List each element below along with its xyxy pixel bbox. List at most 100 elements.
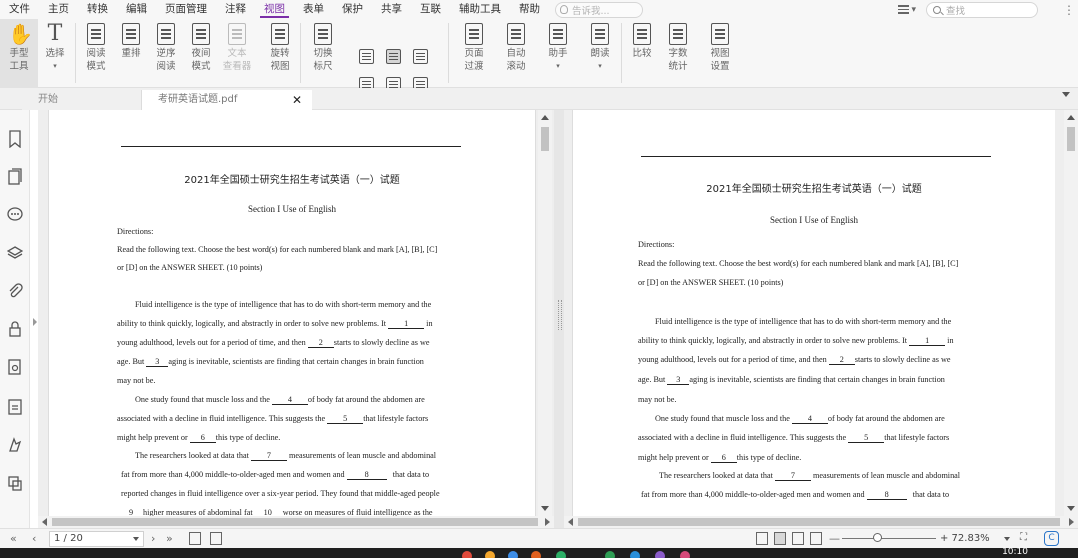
toggle-ruler-button[interactable]: 切换 标尺 [306, 19, 340, 88]
reflow-button[interactable]: 重排 [116, 19, 146, 88]
app-icon[interactable] [508, 551, 518, 558]
comments-icon[interactable] [7, 206, 23, 224]
menu-form[interactable]: 表单 [294, 0, 333, 19]
signature-panel-icon[interactable] [7, 358, 23, 376]
scroll-thumb[interactable] [1067, 127, 1075, 151]
first-page-icon[interactable]: « [10, 531, 17, 547]
tab-start[interactable]: 开始 [22, 90, 142, 110]
facing-view-icon[interactable] [792, 532, 804, 545]
scroll-left-icon[interactable] [42, 518, 47, 526]
zoom-level-select[interactable]: + 72.83% [940, 531, 1014, 547]
search-input[interactable]: 查找 [926, 1, 1038, 18]
previous-page-icon[interactable]: ‹ [32, 531, 36, 547]
scroll-down-icon[interactable] [1067, 506, 1075, 511]
menu-connect[interactable]: 互联 [411, 0, 450, 19]
articles-icon[interactable] [7, 474, 23, 492]
compare-button[interactable]: 比较 [626, 19, 658, 88]
menu-convert[interactable]: 转换 [78, 0, 117, 19]
page-number-input[interactable]: 1 / 20 [49, 531, 144, 547]
view-settings-button[interactable]: 视图 设置 [702, 19, 738, 88]
attachment-icon[interactable] [7, 282, 23, 300]
scroll-right-icon[interactable] [1069, 518, 1074, 526]
left-horizontal-scrollbar[interactable] [38, 516, 554, 528]
scroll-thumb[interactable] [52, 518, 538, 526]
read-aloud-button[interactable]: 朗读 ▾ [584, 19, 616, 88]
app-icon[interactable] [462, 551, 472, 558]
next-view-icon[interactable] [210, 532, 222, 545]
single-page-view-icon[interactable] [756, 532, 768, 545]
auto-scroll-button[interactable]: 自动 滚动 [500, 19, 532, 88]
security-lock-icon[interactable] [7, 320, 23, 338]
zoom-dropdown-icon[interactable] [1004, 537, 1010, 541]
app-icon[interactable] [556, 551, 566, 558]
left-vertical-scrollbar[interactable] [538, 110, 552, 516]
menu-share[interactable]: 共享 [372, 0, 411, 19]
pages-icon[interactable] [7, 168, 23, 186]
page-transition-button[interactable]: 页面 过渡 [458, 19, 490, 88]
continuous-view-icon[interactable] [774, 532, 786, 545]
document-view-left[interactable]: 2021年全国硕士研究生招生考试英语（一）试题 Section I Use of… [38, 110, 554, 528]
continuous-facing-view-icon[interactable] [810, 532, 822, 545]
zoom-slider[interactable] [842, 538, 936, 539]
continuous-page-icon[interactable] [386, 49, 401, 64]
app-icon[interactable] [630, 551, 640, 558]
scroll-up-icon[interactable] [1067, 115, 1075, 120]
assistant-badge-icon[interactable]: C [1044, 531, 1059, 546]
app-icon[interactable] [655, 551, 665, 558]
select-button[interactable]: T 选择 ▾ [38, 19, 72, 88]
word-count-button[interactable]: 字数 统计 [662, 19, 694, 88]
scroll-right-icon[interactable] [545, 518, 550, 526]
close-icon[interactable]: ✕ [292, 90, 302, 110]
ribbon-mode-button[interactable]: ▾ [898, 5, 916, 15]
page-dropdown-icon[interactable] [133, 537, 139, 541]
content-panel-icon[interactable] [7, 398, 23, 416]
menu-home[interactable]: 主页 [39, 0, 78, 19]
scroll-thumb[interactable] [541, 127, 549, 151]
fullscreen-icon[interactable]: ⛶ [1020, 532, 1027, 543]
right-horizontal-scrollbar[interactable] [564, 516, 1078, 528]
menu-edit[interactable]: 编辑 [117, 0, 156, 19]
menu-page-manage[interactable]: 页面管理 [156, 0, 216, 19]
next-page-icon[interactable]: › [151, 531, 155, 547]
document-view-right[interactable]: 2021年全国硕士研究生招生考试英语（一）试题 Section I Use of… [564, 110, 1078, 528]
layers-icon[interactable] [6, 244, 24, 262]
right-vertical-scrollbar[interactable] [1064, 110, 1078, 516]
directions-line: or [D] on the ANSWER SHEET. (10 points) [638, 278, 784, 287]
reading-mode-button[interactable]: 阅读 模式 [80, 19, 112, 88]
assistant-button[interactable]: 助手 ▾ [542, 19, 574, 88]
menu-file[interactable]: 文件 [0, 0, 39, 19]
split-view-divider[interactable] [554, 110, 564, 528]
more-options-icon[interactable]: ⋮ [1060, 3, 1078, 17]
scroll-up-icon[interactable] [541, 115, 549, 120]
menu-accessibility[interactable]: 辅助工具 [450, 0, 510, 19]
single-page-icon[interactable] [359, 49, 374, 64]
tab-list-dropdown-icon[interactable] [1062, 92, 1070, 97]
app-icon[interactable] [485, 551, 495, 558]
destinations-icon[interactable] [7, 436, 23, 454]
bookmark-icon[interactable] [7, 130, 23, 149]
menu-help[interactable]: 帮助 [510, 0, 549, 19]
scroll-down-icon[interactable] [541, 506, 549, 511]
last-page-icon[interactable]: » [166, 531, 173, 547]
scroll-left-icon[interactable] [568, 518, 573, 526]
tab-document[interactable]: 考研英语试题.pdf ✕ [142, 90, 312, 110]
facing-page-icon[interactable] [413, 49, 428, 64]
tell-me-input[interactable]: 告诉我... [555, 1, 643, 18]
menu-comment[interactable]: 注释 [216, 0, 255, 19]
night-mode-button[interactable]: 夜间 模式 [185, 19, 217, 88]
app-icon[interactable] [680, 551, 690, 558]
app-icon[interactable] [605, 551, 615, 558]
passage-line: fat from more than 4,000 middle-to-older… [121, 470, 429, 480]
app-icon[interactable] [531, 551, 541, 558]
reverse-read-button[interactable]: 逆序 阅读 [150, 19, 182, 88]
text-viewer-button[interactable]: 文本 查看器 [219, 19, 255, 88]
sidebar-expand-icon[interactable] [33, 318, 37, 326]
menu-view[interactable]: 视图 [255, 0, 294, 19]
hand-tool-button[interactable]: ✋ 手型 工具 [0, 19, 38, 88]
menu-protect[interactable]: 保护 [333, 0, 372, 19]
rotate-view-button[interactable]: 旋转 视图 [263, 19, 297, 88]
zoom-out-button[interactable]: — [829, 531, 840, 547]
zoom-slider-handle[interactable] [873, 533, 882, 542]
previous-view-icon[interactable] [189, 532, 201, 545]
scroll-thumb[interactable] [578, 518, 1060, 526]
